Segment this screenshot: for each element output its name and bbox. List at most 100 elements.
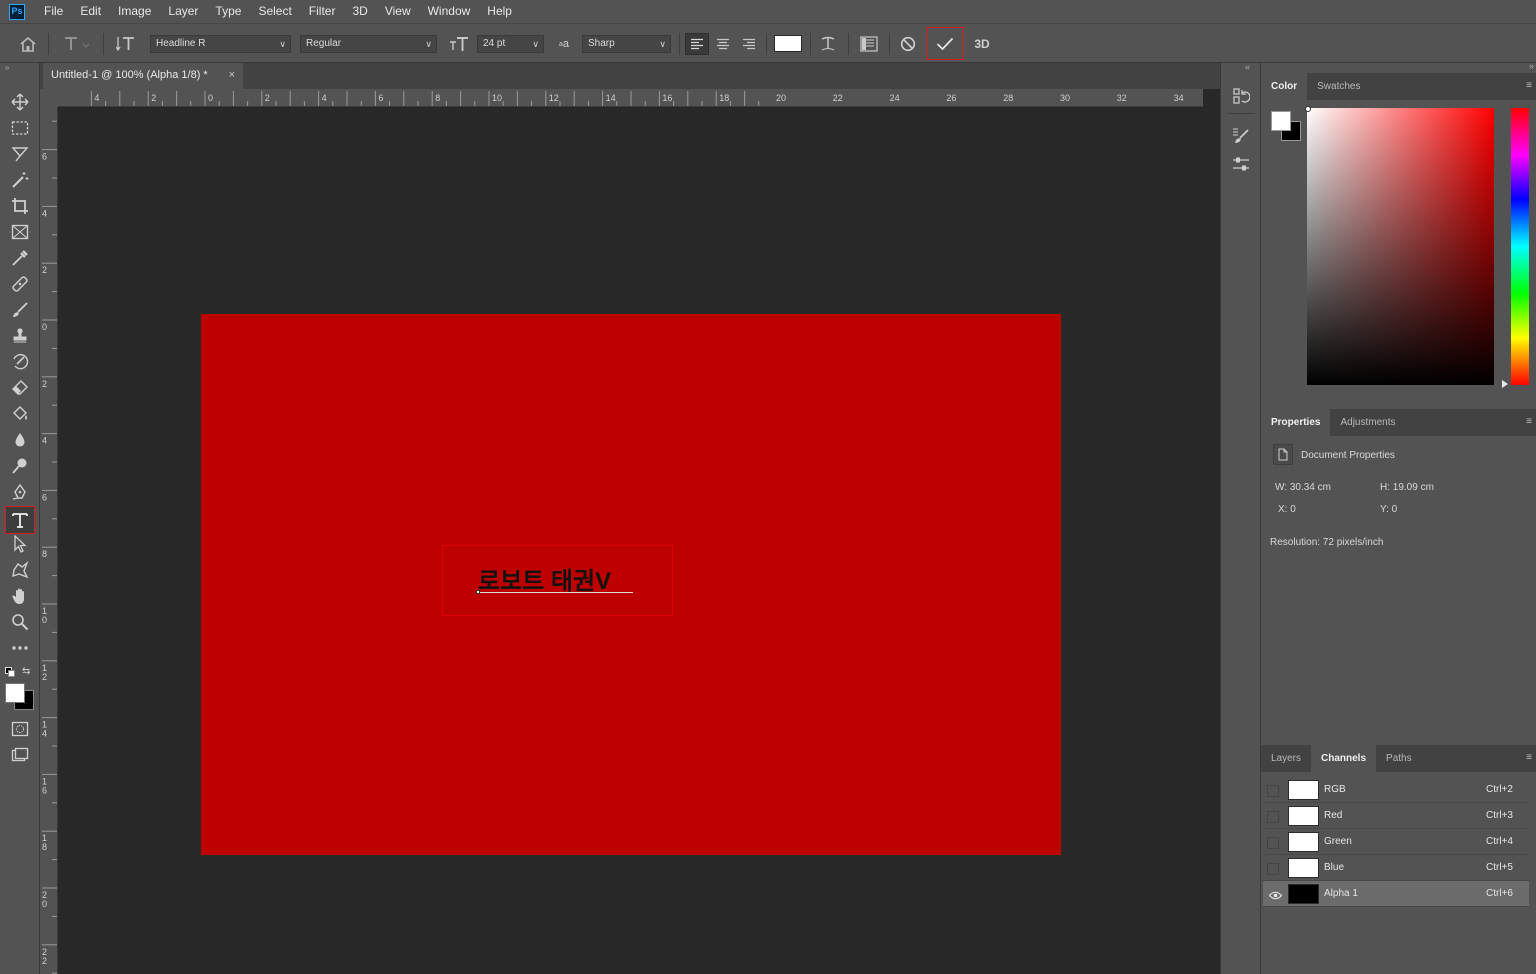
font-family-select[interactable]: Headline R ∨ [150,35,291,53]
menu-layer[interactable]: Layer [159,0,206,23]
default-colors-icon[interactable] [5,667,15,677]
panel-menu-icon[interactable]: ≡ [1526,752,1532,763]
menu-3d[interactable]: 3D [343,0,375,23]
healing-brush-tool-icon[interactable] [7,272,33,296]
width-value[interactable]: W: 30.34 cm [1275,482,1331,493]
menu-file[interactable]: File [35,0,71,23]
menu-help[interactable]: Help [478,0,520,23]
panel-menu-icon[interactable]: ≡ [1526,80,1532,91]
eraser-tool-icon[interactable] [7,376,33,400]
brush-settings-panel-icon[interactable] [1230,125,1252,147]
hue-slider-handle[interactable] [1502,380,1508,388]
menu-filter[interactable]: Filter [300,0,344,23]
eyedropper-tool-icon[interactable] [7,246,33,270]
color-picker-field[interactable] [1307,108,1494,385]
tab-color[interactable]: Color [1261,73,1308,100]
lasso-tool-icon[interactable] [7,142,33,166]
tab-paths[interactable]: Paths [1376,745,1422,772]
tab-layers[interactable]: Layers [1261,745,1311,772]
visibility-toggle[interactable] [1267,837,1279,849]
text-insertion-handle[interactable] [476,590,480,594]
3d-button[interactable]: 3D [969,34,995,54]
warp-text-icon[interactable] [817,34,839,54]
tab-swatches[interactable]: Swatches [1307,73,1370,100]
x-value[interactable]: X: 0 [1278,504,1296,515]
character-paragraph-panel-icon[interactable] [857,34,881,54]
history-brush-tool-icon[interactable] [7,350,33,374]
antialias-select[interactable]: Sharp ∨ [582,35,671,53]
channel-row-green[interactable]: Green Ctrl+4 [1263,829,1529,855]
collapse-panels-icon[interactable]: » [1529,61,1534,71]
ruler-origin[interactable] [40,89,58,107]
custom-shape-tool-icon[interactable] [7,558,33,582]
menu-view[interactable]: View [376,0,419,23]
channel-row-blue[interactable]: Blue Ctrl+5 [1263,855,1529,881]
color-field-marker[interactable] [1305,106,1311,112]
horizontal-ruler[interactable]: 4 2 0 2 4 6 8 10 12 14 16 18 20 22 24 26 28 30 32 34 [58,89,1203,107]
align-right-button[interactable] [737,33,761,55]
paint-bucket-tool-icon[interactable] [7,402,33,426]
tab-properties[interactable]: Properties [1261,409,1331,436]
ruler-label: 6 [42,152,47,162]
eye-icon[interactable] [1268,889,1282,901]
menu-edit[interactable]: Edit [71,0,109,23]
text-color-swatch[interactable] [774,35,802,52]
panel-menu-icon[interactable]: ≡ [1526,416,1532,427]
font-style-select[interactable]: Regular ∨ [300,35,437,53]
visibility-toggle[interactable] [1267,863,1279,875]
tab-channels[interactable]: Channels [1311,745,1377,772]
close-tab-icon[interactable]: × [229,63,235,87]
magic-wand-tool-icon[interactable] [7,168,33,192]
channel-row-rgb[interactable]: RGB Ctrl+2 [1263,777,1529,803]
font-size-select[interactable]: 24 pt ∨ [477,35,544,53]
clone-stamp-tool-icon[interactable] [7,324,33,348]
screen-mode-icon[interactable] [7,743,33,767]
align-center-button[interactable] [711,33,735,55]
menu-image[interactable]: Image [109,0,159,23]
frame-tool-icon[interactable] [7,220,33,244]
menu-type[interactable]: Type [206,0,249,23]
quick-mask-icon[interactable] [7,717,33,741]
vertical-ruler-ticks: 6420246810121416182022 [42,120,57,974]
visibility-toggle[interactable] [1267,785,1279,797]
adjustments-sliders-icon[interactable] [1230,153,1252,175]
move-tool-icon[interactable] [7,90,33,114]
ruler-label: 30 [1060,93,1070,103]
channel-row-alpha-1[interactable]: Alpha 1 Ctrl+6 [1263,881,1529,907]
vertical-ruler[interactable]: 6420246810121416182022 [40,107,58,974]
commit-edits-check-icon[interactable] [926,27,964,60]
menu-select[interactable]: Select [249,0,299,23]
cancel-edits-icon[interactable] [896,33,920,55]
y-value[interactable]: Y: 0 [1380,504,1397,515]
tab-adjustments[interactable]: Adjustments [1330,409,1405,436]
toggle-text-orientation-icon[interactable] [115,34,137,54]
crop-tool-icon[interactable] [7,194,33,218]
type-tool-preset-icon[interactable] [61,34,91,54]
path-selection-tool-icon[interactable] [7,532,33,556]
document-tab[interactable]: Untitled-1 @ 100% (Alpha 1/8) * × [43,63,243,89]
foreground-color-chip[interactable] [1271,111,1291,131]
blur-tool-icon[interactable] [7,428,33,452]
resolution-value: Resolution: 72 pixels/inch [1270,537,1384,548]
channel-row-red[interactable]: Red Ctrl+3 [1263,803,1529,829]
pen-tool-icon[interactable] [7,480,33,504]
collapse-toolbar-icon[interactable]: » [5,63,9,72]
history-panel-icon[interactable] [1230,85,1252,107]
align-left-button[interactable] [685,33,709,55]
brush-tool-icon[interactable] [7,298,33,322]
home-icon[interactable] [18,35,38,53]
channel-shortcut: Ctrl+4 [1486,836,1513,847]
zoom-tool-icon[interactable] [7,610,33,634]
visibility-toggle[interactable] [1267,811,1279,823]
foreground-color-swatch[interactable] [5,683,25,703]
expand-dock-icon[interactable]: « [1245,62,1250,72]
dodge-tool-icon[interactable] [7,454,33,478]
hand-tool-icon[interactable] [7,584,33,608]
more-tools-icon[interactable] [7,636,33,660]
height-value[interactable]: H: 19.09 cm [1380,482,1434,493]
menu-window[interactable]: Window [419,0,479,23]
hue-slider[interactable] [1511,108,1529,385]
swap-colors-icon[interactable]: ⇆ [22,666,34,678]
horizontal-type-tool-icon[interactable] [5,506,35,534]
marquee-tool-icon[interactable] [7,116,33,140]
